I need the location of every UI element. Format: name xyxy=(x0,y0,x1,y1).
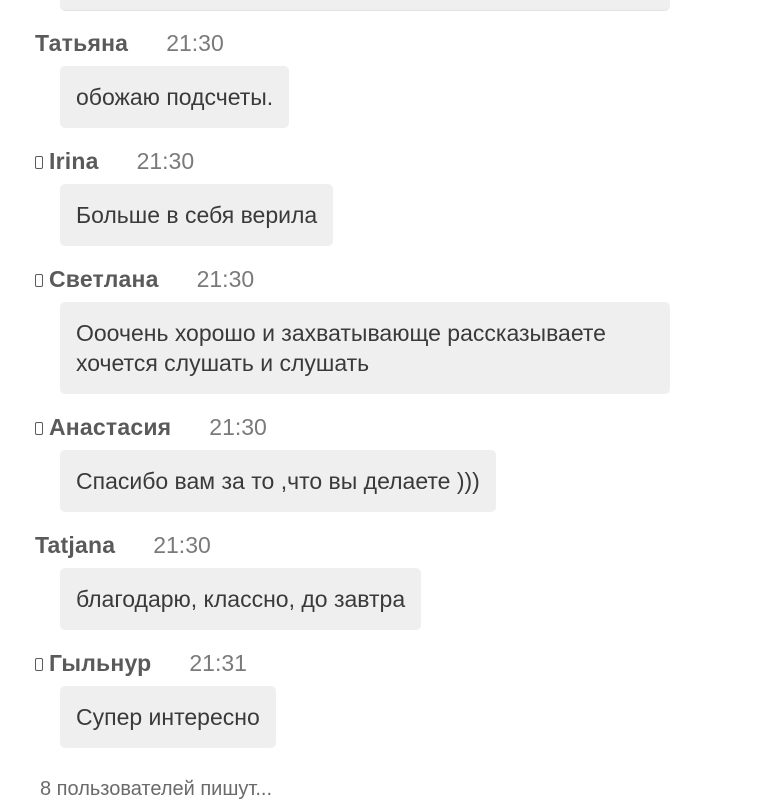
chat-message: Гыльнур 21:31 Супер интересно xyxy=(35,648,760,748)
chat-message: Светлана 21:30 Ооочень хорошо и захватыв… xyxy=(35,264,760,394)
message-bubble: обожаю подсчеты. xyxy=(60,66,290,128)
mobile-phone-icon xyxy=(35,421,43,435)
mobile-phone-icon xyxy=(35,657,43,671)
message-time: 21:30 xyxy=(196,265,255,292)
typing-indicator: 8 пользователей пишут... xyxy=(40,778,273,800)
message-author[interactable]: Tatjana xyxy=(35,532,115,559)
chat-message: Татьяна 21:30 обожаю подсчеты. xyxy=(35,28,760,128)
message-header: Tatjana 21:30 xyxy=(35,530,760,560)
message-time: 21:30 xyxy=(136,147,195,174)
message-header: Светлана 21:30 xyxy=(35,264,760,294)
message-author[interactable]: Татьяна xyxy=(35,30,128,57)
message-header: Irina 21:30 xyxy=(35,146,760,176)
previous-message-bubble xyxy=(60,0,670,11)
message-time: 21:30 xyxy=(153,531,211,558)
chat-feed: Татьяна 21:30 обожаю подсчеты. Irina 21:… xyxy=(0,0,760,810)
message-header: Татьяна 21:30 xyxy=(35,28,760,58)
message-time: 21:30 xyxy=(209,413,267,440)
chat-message: Irina 21:30 Больше в себя верила xyxy=(35,146,760,246)
message-bubble: Супер интересно xyxy=(60,686,276,748)
message-bubble: Ооочень хорошо и захватывающе рассказыва… xyxy=(60,302,670,394)
message-header: Анастасия 21:30 xyxy=(35,412,760,442)
message-bubble: благодарю, классно, до завтра xyxy=(60,568,422,630)
message-author[interactable]: Светлана xyxy=(49,266,159,293)
message-author[interactable]: Гыльнур xyxy=(49,650,151,677)
message-author[interactable]: Irina xyxy=(49,148,99,175)
mobile-phone-icon xyxy=(35,273,43,287)
message-bubble: Спасибо вам за то ,что вы делаете ))) xyxy=(60,450,496,512)
mobile-phone-icon xyxy=(35,155,43,169)
message-header: Гыльнур 21:31 xyxy=(35,648,760,678)
message-time: 21:31 xyxy=(189,649,247,676)
message-author[interactable]: Анастасия xyxy=(49,414,171,441)
message-time: 21:30 xyxy=(166,29,224,56)
chat-message: Анастасия 21:30 Спасибо вам за то ,что в… xyxy=(35,412,760,512)
message-bubble: Больше в себя верила xyxy=(60,184,334,246)
chat-message: Tatjana 21:30 благодарю, классно, до зав… xyxy=(35,530,760,630)
